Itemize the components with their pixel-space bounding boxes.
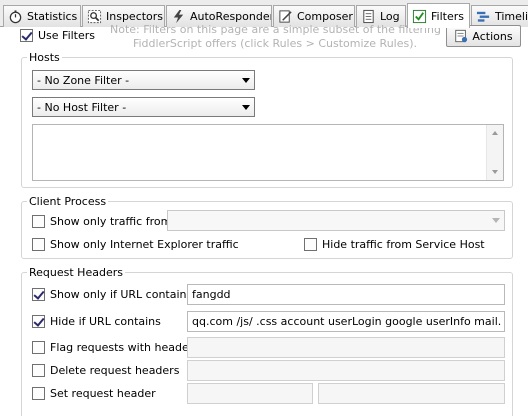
timeline-icon [476,9,491,24]
hide-url-row[interactable]: Hide if URL contains [32,315,161,328]
hide-service-host-label: Hide traffic from Service Host [322,238,485,251]
hosts-legend: Hosts [27,51,62,64]
flag-headers-label: Flag requests with headers [50,341,199,354]
show-only-traffic-from-checkbox[interactable] [32,215,45,228]
show-only-url-checkbox[interactable] [32,288,45,301]
host-list-scrollbar[interactable] [486,125,503,180]
show-only-url-row[interactable]: Show only if URL contains [32,288,192,301]
show-only-url-label: Show only if URL contains [50,288,193,301]
zone-filter-value: - No Zone Filter - [37,73,130,87]
set-header-name-input[interactable] [187,383,313,404]
log-icon [361,9,376,24]
use-filters-label: Use Filters [38,29,96,42]
show-only-url-value: fangdd [192,288,231,301]
host-filter-select[interactable]: - No Host Filter - [32,97,255,117]
request-headers-legend: Request Headers [27,266,125,279]
inspector-icon [87,9,102,24]
show-only-traffic-from-row[interactable]: Show only traffic from [32,215,171,228]
delete-headers-row[interactable]: Delete request headers [32,364,179,377]
actions-label: Actions [472,29,513,43]
set-header-label: Set request header [50,387,156,400]
zone-filter-select[interactable]: - No Zone Filter - [32,70,255,90]
flag-headers-row[interactable]: Flag requests with headers [32,341,199,354]
tab-label: Statistics [27,10,78,23]
tab-statistics[interactable]: Statistics [3,5,81,27]
ie-only-row[interactable]: Show only Internet Explorer traffic [32,238,239,251]
hide-url-input[interactable]: qq.com /js/ .css account userLogin googl… [187,311,505,332]
set-header-row[interactable]: Set request header [32,387,156,400]
filters-note: Note: Filters on this page are a simple … [110,23,440,51]
tab-label: Inspectors [106,10,164,23]
show-only-url-input[interactable]: fangdd [187,284,505,305]
flag-headers-checkbox[interactable] [32,341,45,354]
lightning-icon [171,9,186,24]
show-only-traffic-from-label: Show only traffic from [50,215,172,228]
actions-button[interactable]: Actions [446,25,521,47]
tab-label: Composer [297,10,353,23]
host-list-textarea[interactable] [32,124,504,181]
tab-label: AutoResponder [190,10,272,23]
chevron-down-icon [242,78,250,83]
scroll-up-icon[interactable] [492,131,498,135]
set-header-value-input[interactable] [318,383,505,404]
use-filters-checkbox[interactable] [20,29,33,42]
note-line-1: Note: Filters on this page are a simple … [110,23,440,36]
chevron-down-icon [242,105,250,110]
composer-icon [278,9,293,24]
ie-only-checkbox[interactable] [32,238,45,251]
hide-service-host-checkbox[interactable] [304,238,317,251]
flag-headers-input[interactable] [187,337,505,358]
actions-icon [454,29,468,43]
process-select[interactable] [167,210,505,231]
tab-timeline[interactable]: Timelin [471,5,528,27]
note-line-2: FiddlerScript offers (click Rules > Cust… [132,37,418,50]
delete-headers-input[interactable] [187,360,505,381]
delete-headers-label: Delete request headers [50,364,180,377]
hide-url-label: Hide if URL contains [50,315,161,328]
tab-filters[interactable]: Filters [407,3,470,28]
hide-service-host-row[interactable]: Hide traffic from Service Host [304,238,485,251]
tab-label: Timelin [495,10,528,23]
use-filters-row[interactable]: Use Filters [20,29,95,42]
set-header-checkbox[interactable] [32,387,45,400]
stopwatch-icon [8,9,23,24]
client-process-legend: Client Process [27,195,109,208]
scroll-down-icon[interactable] [492,170,498,174]
chevron-down-icon [492,218,500,223]
hide-url-value: qq.com /js/ .css account userLogin googl… [192,315,504,328]
hide-url-checkbox[interactable] [32,315,45,328]
tab-label: Filters [431,9,464,23]
delete-headers-checkbox[interactable] [32,364,45,377]
tab-label: Log [380,10,400,23]
host-filter-value: - No Host Filter - [37,100,127,114]
ie-only-label: Show only Internet Explorer traffic [50,238,239,251]
checkbox-icon [412,9,427,24]
